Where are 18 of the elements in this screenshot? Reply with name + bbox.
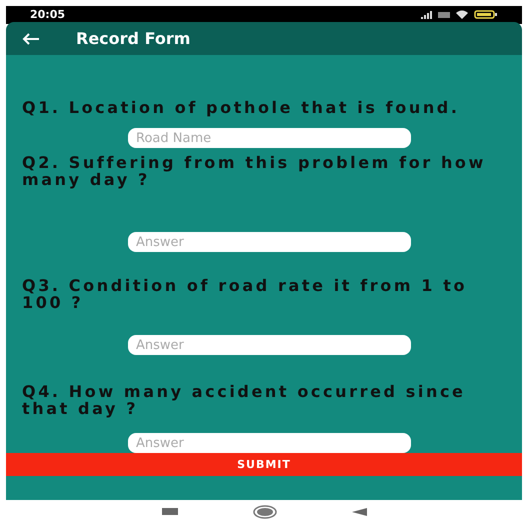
signal-icon bbox=[421, 10, 432, 19]
question-text: Q3. Condition of road rate it from 1 to 100 ? bbox=[21, 277, 468, 312]
submit-button[interactable]: SUBMIT bbox=[6, 453, 522, 476]
question-text: Q1. Location of pothole that is found. bbox=[21, 99, 461, 116]
back-triangle-icon[interactable] bbox=[352, 508, 366, 516]
status-time: 20:05 bbox=[30, 6, 66, 23]
battery-icon bbox=[474, 10, 498, 20]
wifi-icon bbox=[456, 10, 468, 20]
back-arrow-icon[interactable] bbox=[22, 32, 40, 45]
recents-square-icon[interactable] bbox=[162, 508, 178, 516]
question-text: Q4. How many accident occurred since that day ? bbox=[21, 383, 466, 418]
home-circle-icon[interactable] bbox=[252, 504, 276, 519]
answer-field[interactable]: Answer bbox=[128, 433, 411, 454]
answer-field[interactable]: Answer bbox=[128, 335, 411, 356]
answer-field[interactable]: Answer bbox=[128, 232, 411, 252]
app-title: Record Form bbox=[76, 28, 190, 50]
answer-field[interactable]: Road Name bbox=[128, 128, 411, 148]
question-text: Q2. Suffering from this problem for how many day ? bbox=[21, 154, 487, 188]
